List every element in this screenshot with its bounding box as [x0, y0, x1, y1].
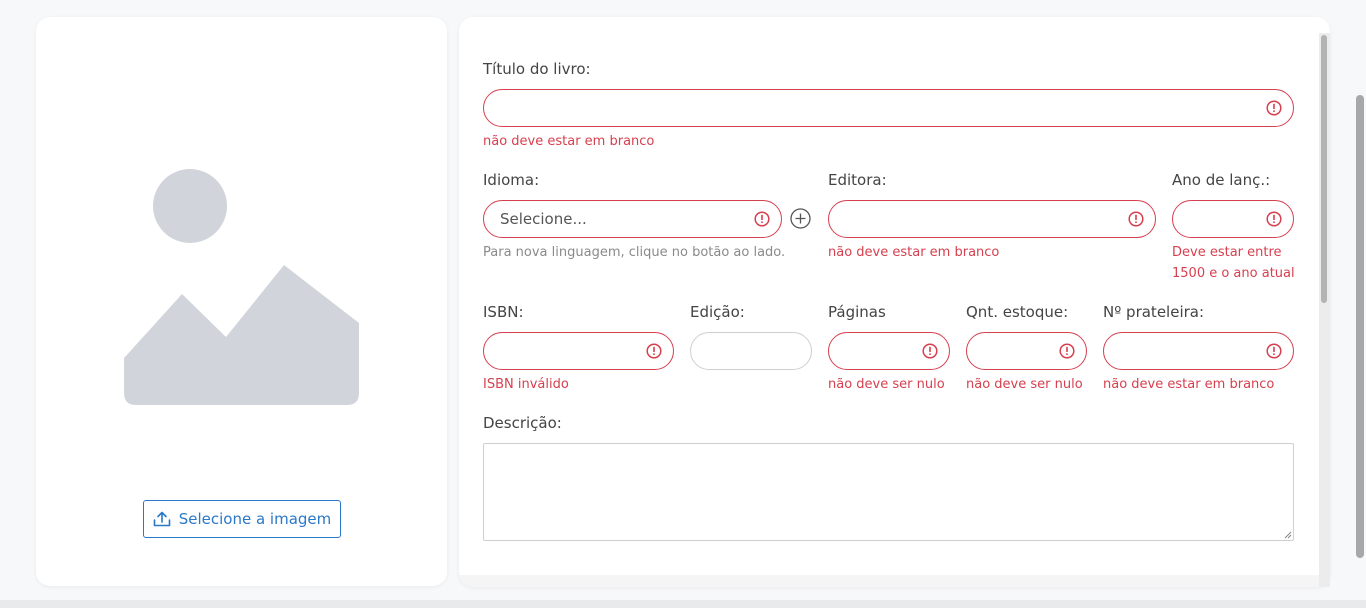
form-scrollbar-thumb[interactable]	[1321, 35, 1327, 303]
error-icon	[1059, 343, 1075, 359]
resize-grip-icon[interactable]	[1282, 529, 1292, 539]
language-label: Idioma:	[483, 171, 540, 189]
shelf-error: não deve estar em branco	[1103, 377, 1275, 392]
year-input[interactable]	[1172, 200, 1294, 238]
form-bottom-edge	[459, 575, 1319, 587]
title-error: não deve estar em branco	[483, 134, 655, 149]
image-panel: Selecione a imagem	[36, 17, 447, 586]
title-label: Título do livro:	[483, 60, 591, 78]
isbn-input[interactable]	[483, 332, 674, 370]
book-form: Título do livro: não deve estar em branc…	[459, 17, 1330, 587]
shelf-label: Nº prateleira:	[1103, 303, 1205, 321]
error-icon	[754, 211, 770, 227]
language-select-value: Selecione...	[500, 210, 587, 228]
stock-input[interactable]	[966, 332, 1087, 370]
description-textarea[interactable]	[483, 443, 1294, 541]
pages-error: não deve ser nulo	[828, 377, 945, 392]
description-label: Descrição:	[483, 414, 562, 432]
year-label: Ano de lanç.:	[1172, 171, 1271, 189]
error-icon	[1128, 211, 1144, 227]
isbn-label: ISBN:	[483, 303, 524, 321]
error-icon	[646, 343, 662, 359]
year-error-line1: Deve estar entre	[1172, 245, 1282, 260]
page-scrollbar-thumb[interactable]	[1356, 95, 1364, 558]
error-icon	[1266, 100, 1282, 116]
upload-icon	[153, 511, 171, 527]
language-select[interactable]: Selecione...	[483, 200, 782, 238]
image-placeholder-icon	[124, 169, 359, 405]
language-hint: Para nova linguagem, clique no botão ao …	[483, 245, 786, 260]
edition-label: Edição:	[690, 303, 745, 321]
publisher-error: não deve estar em branco	[828, 245, 1000, 260]
publisher-input[interactable]	[828, 200, 1156, 238]
publisher-label: Editora:	[828, 171, 887, 189]
title-input[interactable]	[483, 89, 1294, 127]
page-bottom-edge	[0, 600, 1366, 608]
year-error-line2: 1500 e o ano atual	[1172, 266, 1295, 281]
select-image-label: Selecione a imagem	[178, 510, 332, 528]
pages-input[interactable]	[828, 332, 950, 370]
stock-error: não deve ser nulo	[966, 377, 1083, 392]
shelf-input[interactable]	[1103, 332, 1294, 370]
error-icon	[922, 343, 938, 359]
error-icon	[1266, 211, 1282, 227]
pages-label: Páginas	[828, 303, 886, 321]
edition-input[interactable]	[690, 332, 812, 370]
error-icon	[1266, 343, 1282, 359]
stock-label: Qnt. estoque:	[966, 303, 1069, 321]
isbn-error: ISBN inválido	[483, 377, 569, 392]
add-language-icon[interactable]	[790, 208, 811, 229]
select-image-button[interactable]: Selecione a imagem	[143, 500, 341, 538]
